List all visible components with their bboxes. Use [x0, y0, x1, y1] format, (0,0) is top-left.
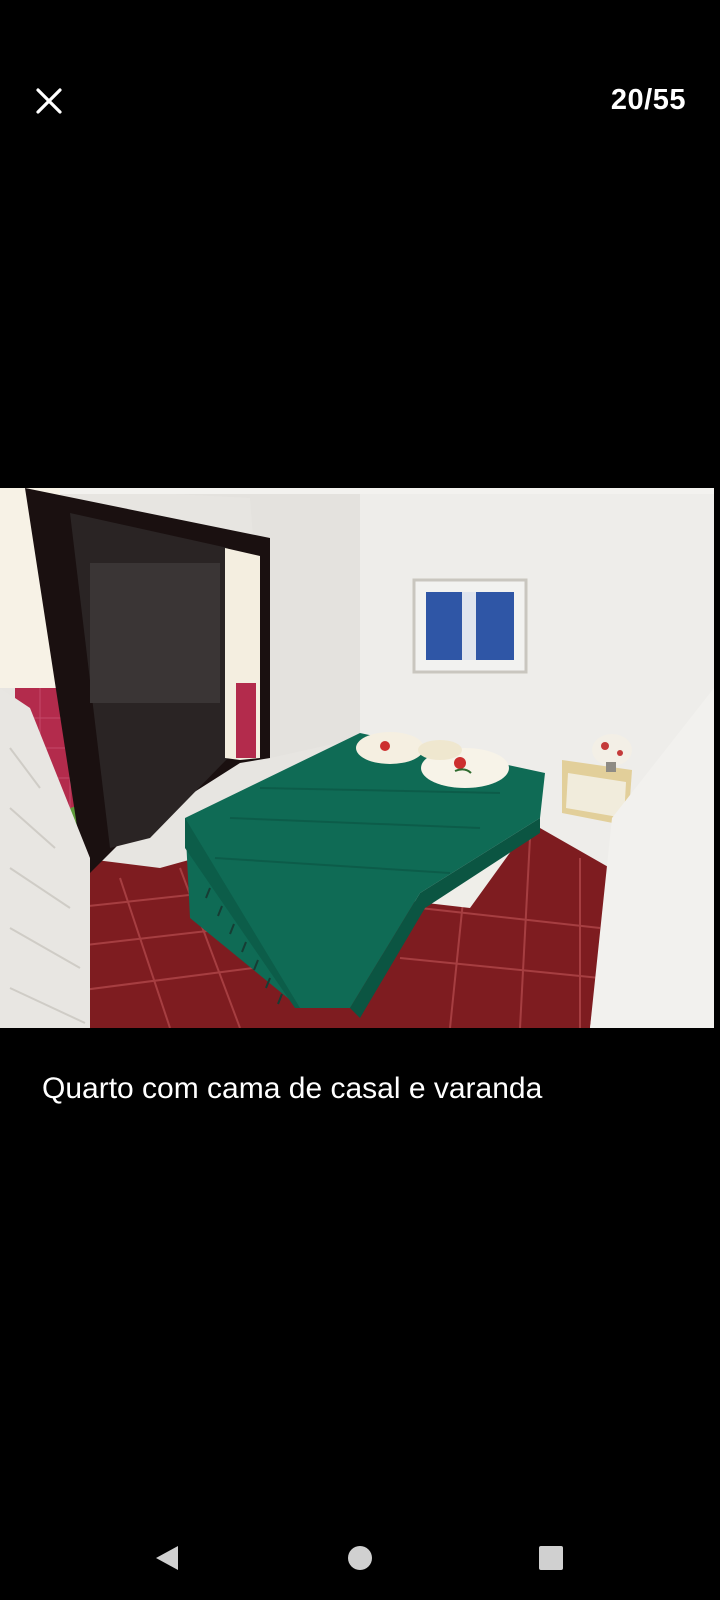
photo-counter: 20/55 [610, 84, 686, 116]
close-button[interactable] [26, 78, 72, 124]
recents-square-icon [539, 1546, 563, 1570]
photo-caption: Quarto com cama de casal e varanda [42, 1072, 543, 1105]
nav-back-button[interactable] [137, 1538, 197, 1578]
nav-recents-button[interactable] [521, 1538, 581, 1578]
viewer-top-bar: 20/55 [0, 0, 720, 200]
room-photo[interactable] [0, 488, 714, 1028]
home-circle-icon [348, 1546, 372, 1570]
nav-home-button[interactable] [330, 1538, 390, 1578]
close-icon [36, 88, 62, 114]
back-triangle-icon [156, 1546, 178, 1570]
